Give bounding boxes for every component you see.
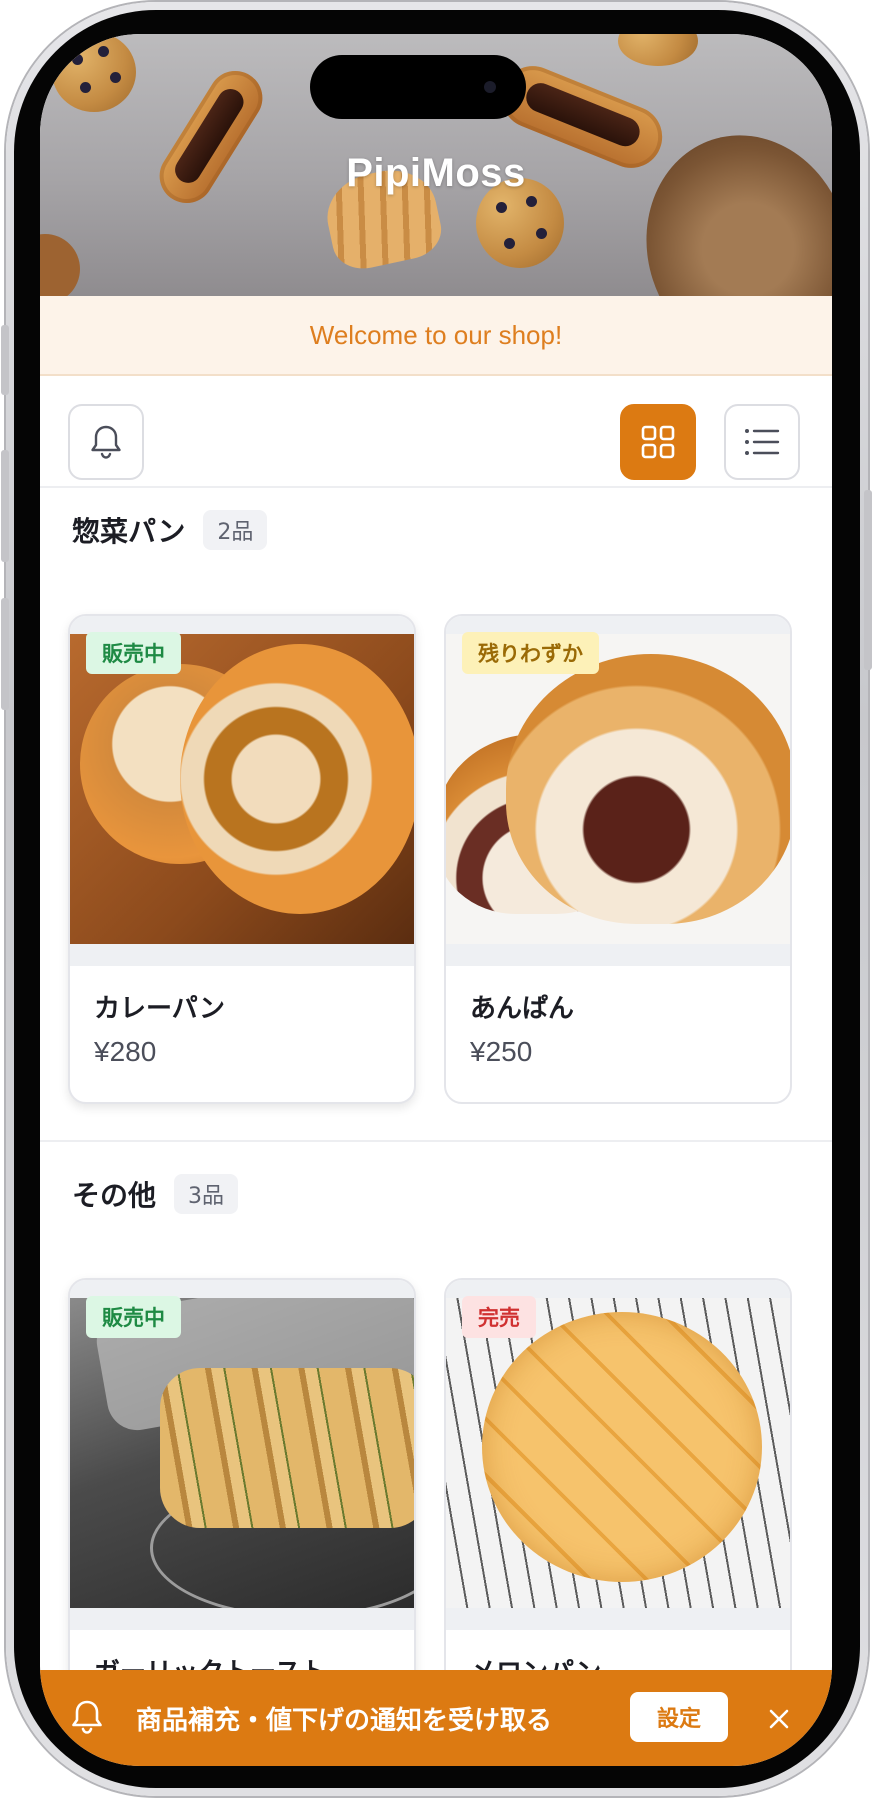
settings-button[interactable]: 設定: [630, 1692, 728, 1742]
status-badge: 販売中: [86, 632, 181, 674]
list-view-icon: [745, 429, 780, 455]
notification-prompt-bar: 商品補充・値下げの通知を受け取る 設定: [40, 1670, 832, 1766]
section-divider: [40, 1140, 832, 1142]
mute-switch: [1, 325, 9, 395]
app-screen: PipiMoss Welcome to our shop! 惣菜パン 2品 販売…: [40, 34, 832, 1766]
bell-icon: [91, 425, 121, 459]
product-name: カレーパン: [94, 994, 226, 1024]
item-count-badge: 3品: [174, 1174, 239, 1214]
product-image-area: 販売中: [70, 1280, 414, 1630]
status-badge: 残りわずか: [462, 632, 599, 674]
dynamic-island: [310, 55, 526, 119]
item-count-badge: 2品: [203, 510, 268, 550]
hero-banner: PipiMoss: [40, 34, 832, 296]
product-card[interactable]: 完売 メロンパン: [444, 1278, 792, 1728]
section-header-other: その他 3品: [72, 1174, 239, 1214]
section-title: 惣菜パン: [72, 515, 186, 548]
volume-up-button: [1, 450, 9, 562]
toolbar: [40, 376, 832, 488]
close-icon[interactable]: [768, 1708, 790, 1730]
list-view-button[interactable]: [724, 404, 800, 480]
status-badge: 販売中: [86, 1296, 181, 1338]
garlic-toast-photo: [70, 1298, 414, 1608]
product-price: ¥280: [94, 1036, 157, 1067]
product-card[interactable]: 残りわずか あんぱん ¥250: [444, 614, 792, 1104]
product-image-area: 完売: [446, 1280, 790, 1630]
muffin-image: [618, 34, 698, 66]
muffin-image: [52, 34, 136, 112]
section-header-sozai-pan: 惣菜パン 2品: [72, 510, 268, 550]
product-card[interactable]: 販売中 カレーパン ¥280: [68, 614, 416, 1104]
curry-bread-photo: [70, 634, 414, 944]
product-card[interactable]: 販売中 ガーリックトースト: [68, 1278, 416, 1728]
volume-down-button: [1, 598, 9, 710]
section-title: その他: [72, 1179, 157, 1212]
bread-roll-image: [40, 234, 80, 296]
grid-view-button[interactable]: [620, 404, 696, 480]
grid-view-icon: [641, 425, 675, 459]
shop-title: PipiMoss: [346, 151, 526, 195]
notification-button[interactable]: [68, 404, 144, 480]
anpan-photo: [446, 634, 790, 944]
status-badge: 完売: [462, 1296, 536, 1338]
product-price: ¥250: [470, 1036, 533, 1067]
bell-icon: [72, 1700, 102, 1734]
power-button: [864, 490, 872, 670]
notification-prompt-text: 商品補充・値下げの通知を受け取る: [136, 1706, 553, 1736]
product-image-area: 販売中: [70, 616, 414, 966]
product-name: あんぱん: [470, 994, 575, 1024]
welcome-banner: Welcome to our shop!: [40, 296, 832, 376]
melon-bread-photo: [446, 1298, 790, 1608]
product-image-area: 残りわずか: [446, 616, 790, 966]
